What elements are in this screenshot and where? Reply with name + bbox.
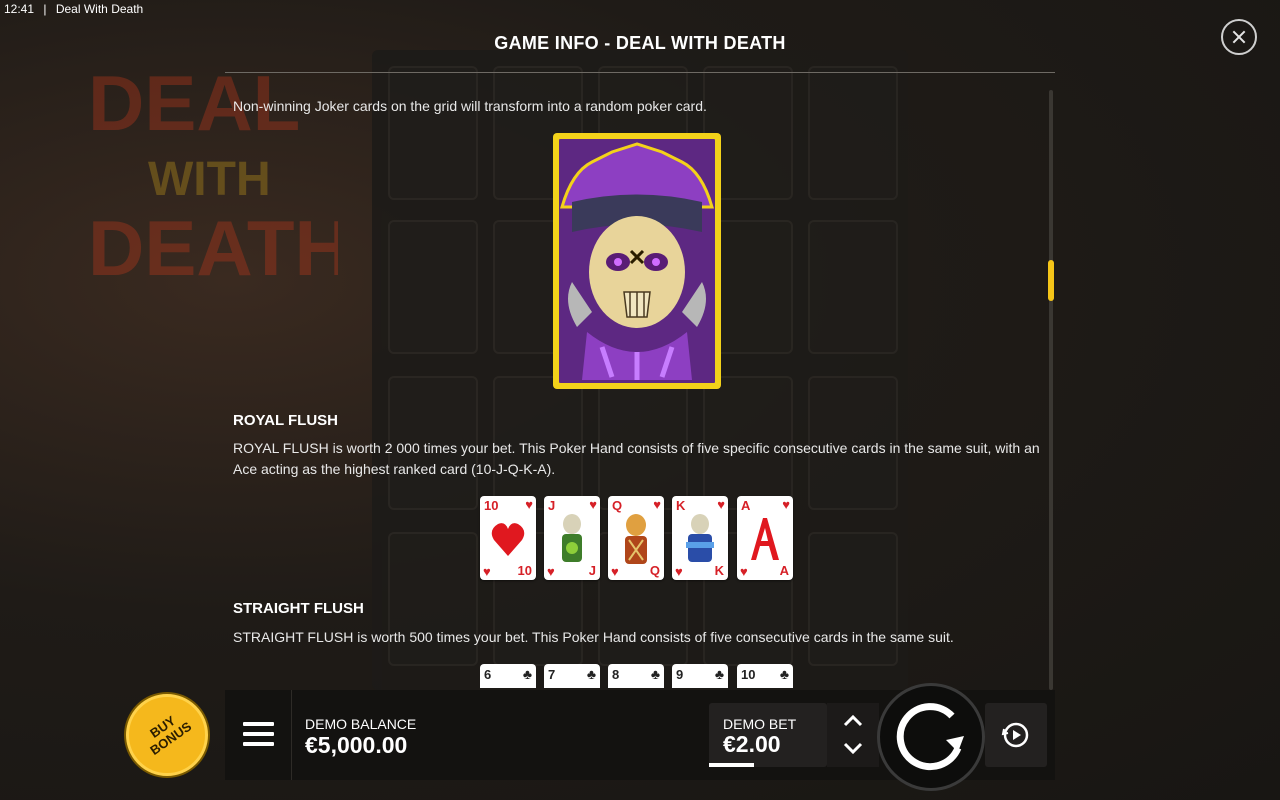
- card-jack-hearts: J ♥ ♥ J: [544, 496, 600, 580]
- royal-flush-description: ROYAL FLUSH is worth 2 000 times your be…: [233, 440, 1040, 477]
- king-skeleton-icon: [686, 514, 714, 562]
- status-bar: 12:41 | Deal With Death: [4, 2, 149, 16]
- club-icon: ♣: [522, 666, 532, 682]
- game-logo-background: DEAL WITH DEATH: [88, 59, 338, 290]
- club-icon: ♣: [650, 666, 660, 682]
- card-10-hearts: 10 ♥ ♥ 10: [480, 496, 536, 580]
- close-icon[interactable]: [1221, 19, 1257, 55]
- scrollbar-thumb[interactable]: [1048, 260, 1054, 301]
- heart-icon: ♥: [653, 497, 661, 512]
- club-icon: ♣: [714, 666, 724, 682]
- heart-icon: ♥: [782, 497, 790, 512]
- status-time: 12:41: [4, 2, 35, 16]
- heart-icon: ♥: [675, 564, 683, 579]
- bottom-bar-divider: [291, 690, 292, 780]
- svg-text:WITH: WITH: [148, 153, 271, 206]
- heart-icon: ♥: [483, 564, 491, 579]
- card-8-clubs: 8 ♣: [608, 664, 664, 688]
- card-9-clubs: 9 ♣: [672, 664, 728, 688]
- chevron-up-icon[interactable]: [843, 713, 863, 727]
- straight-flush-description: STRAIGHT FLUSH is worth 500 times your b…: [233, 629, 954, 645]
- status-separator: |: [43, 2, 47, 16]
- buy-bonus-label: BUY BONUS: [147, 712, 195, 758]
- status-app-title: Deal With Death: [55, 2, 144, 16]
- card-king-hearts: K ♥ ♥ K: [672, 496, 728, 580]
- card-7-clubs: 7 ♣: [544, 664, 600, 688]
- bet-value: €2.00: [723, 731, 781, 757]
- card-queen-hearts: Q ♥ ♥ Q: [608, 496, 664, 580]
- joker-description: Non-winning Joker cards on the grid will…: [233, 98, 707, 114]
- joker-card-image: [553, 133, 721, 389]
- autoplay-button[interactable]: [985, 703, 1047, 767]
- balance-value: €5,000.00: [305, 732, 408, 758]
- autoplay-icon: [1001, 722, 1029, 748]
- buy-bonus-button[interactable]: BUY BONUS: [126, 694, 208, 776]
- club-icon: ♣: [779, 666, 789, 682]
- bet-label: DEMO BET: [723, 716, 797, 732]
- chevron-down-icon[interactable]: [843, 742, 863, 756]
- balance-label: DEMO BALANCE: [305, 716, 417, 732]
- royal-flush-heading: ROYAL FLUSH: [233, 412, 339, 429]
- heart-icon: ♥: [740, 564, 748, 579]
- title-divider: [225, 72, 1055, 73]
- heart-icon: ♥: [589, 497, 597, 512]
- spin-icon: [896, 703, 964, 771]
- card-6-clubs: 6 ♣: [480, 664, 536, 688]
- heart-icon: ♥: [547, 564, 555, 579]
- club-icon: ♣: [586, 666, 596, 682]
- card-10-clubs: 10 ♣: [737, 664, 793, 688]
- svg-text:DEATH: DEATH: [88, 204, 338, 290]
- straight-flush-heading: STRAIGHT FLUSH: [233, 600, 364, 617]
- heart-icon: ♥: [717, 497, 725, 512]
- menu-icon[interactable]: [243, 722, 274, 748]
- heart-icon: ♥: [611, 564, 619, 579]
- bet-progress-indicator: [709, 763, 754, 767]
- heart-icon: ♥: [525, 497, 533, 512]
- large-heart-icon: [491, 523, 525, 556]
- card-ace-hearts: A ♥ ♥ A: [737, 496, 793, 580]
- spin-button[interactable]: [877, 683, 985, 791]
- queen-skeleton-icon: [625, 514, 647, 564]
- game-info-title: GAME INFO - DEAL WITH DEATH: [494, 33, 786, 53]
- scrollbar-track[interactable]: [1049, 90, 1053, 690]
- ace-letter-icon: [751, 518, 779, 560]
- jack-skeleton-icon: [562, 514, 582, 562]
